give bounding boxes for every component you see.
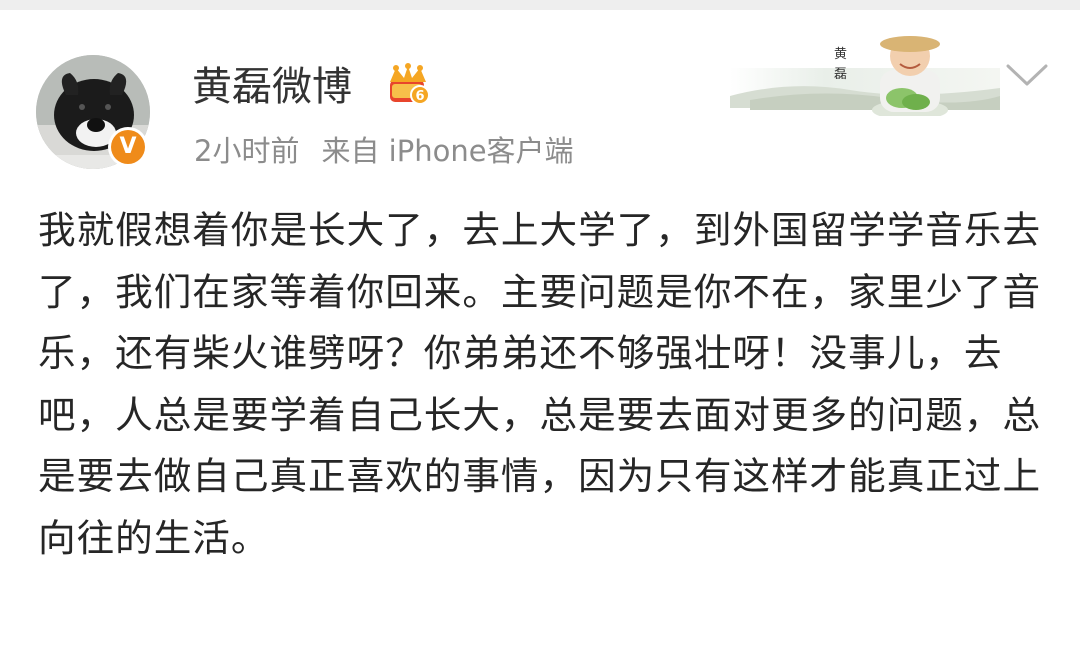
weibo-post-screen: V 黄磊微博 6 2小时前 来自 iPhone客户端 黄 磊 我就假想着你是长大…	[0, 0, 1080, 654]
verified-badge-icon: V	[108, 127, 148, 167]
verified-mark: V	[111, 130, 145, 164]
chevron-down-icon[interactable]	[1004, 60, 1050, 90]
post-meta: 2小时前 来自 iPhone客户端	[194, 131, 574, 171]
card-decoration-image[interactable]: 黄 磊	[730, 18, 1000, 116]
card-label-2: 磊	[834, 67, 847, 82]
status-bar-strip	[0, 0, 1080, 10]
post-time: 2小时前	[194, 134, 300, 168]
author-name[interactable]: 黄磊微博	[192, 62, 352, 112]
post-source[interactable]: 来自 iPhone客户端	[321, 134, 573, 168]
card-label-1: 黄	[834, 47, 847, 62]
post-content: 我就假想着你是长大了，去上大学了，到外国留学学音乐去了，我们在家等着你回来。主要…	[38, 208, 1042, 560]
crown-vip-icon[interactable]: 6	[386, 62, 430, 106]
vip-level: 6	[415, 89, 424, 104]
